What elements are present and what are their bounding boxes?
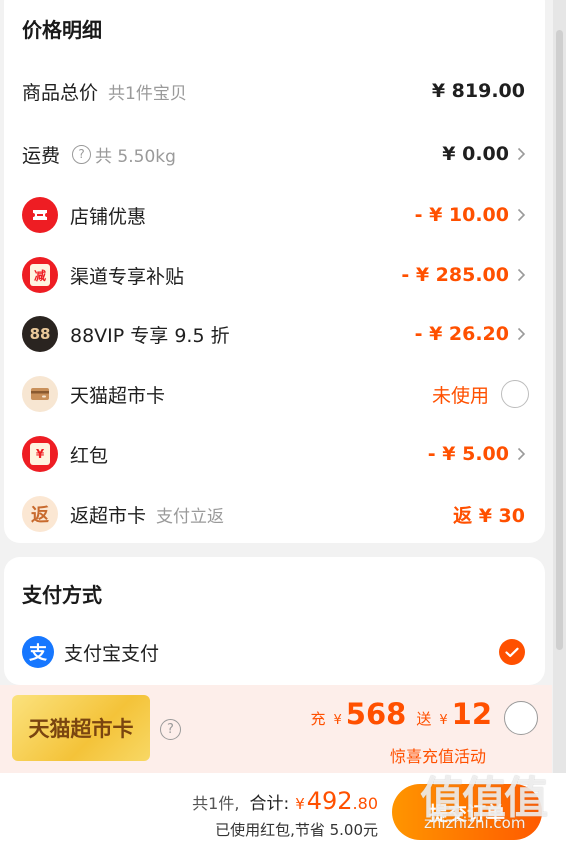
total-label: 合计:: [249, 794, 290, 814]
check-selected-icon[interactable]: [499, 639, 525, 665]
charge-amount: 568: [345, 697, 407, 731]
submit-order-button[interactable]: 提交订单: [392, 784, 542, 840]
alipay-icon: 支: [22, 636, 54, 668]
total-integer: 492: [306, 787, 353, 815]
goods-total-label: 商品总价: [22, 81, 99, 104]
recharge-activity-label: 惊喜充值活动: [389, 747, 486, 766]
row-88vip[interactable]: 88 88VIP 专享 9.5 折 - ¥ 26.20: [4, 309, 545, 359]
recharge-offer: 充 ¥ 568 送 ¥ 12: [309, 697, 493, 731]
tmall-card-badge: 天猫超市卡: [12, 695, 150, 761]
red-packet-icon: ¥: [22, 436, 58, 472]
help-icon[interactable]: ?: [160, 719, 181, 740]
channel-subsidy-amount: - ¥ 285.00: [401, 264, 509, 286]
store-discount-label: 店铺优惠: [70, 205, 147, 228]
red-packet-amount: - ¥ 5.00: [427, 443, 509, 465]
goods-total-sub: 共1件宝贝: [108, 83, 187, 104]
88vip-amount: - ¥ 26.20: [414, 323, 509, 345]
price-detail-title: 价格明细: [22, 18, 102, 42]
cashback-sub: 支付立返: [156, 506, 225, 527]
red-envelope-reduce-icon: 减: [22, 257, 58, 293]
goods-total-amount: ¥ 819.00: [431, 80, 525, 102]
shipping-sub: 共 5.50kg: [95, 146, 176, 167]
88vip-icon: 88: [22, 316, 58, 352]
chevron-right-icon: [513, 265, 529, 285]
gift-label: 送: [416, 710, 432, 728]
payment-card: 支付方式 支 支付宝支付: [4, 557, 545, 685]
recharge-radio[interactable]: [504, 701, 538, 735]
total-decimal: .80: [352, 794, 378, 813]
recharge-promo-bar[interactable]: 天猫超市卡 ? 充 ¥ 568 送 ¥ 12 惊喜充值活动: [0, 685, 552, 773]
payment-title: 支付方式: [22, 583, 102, 607]
store-discount-amount: - ¥ 10.00: [414, 204, 509, 226]
row-shipping[interactable]: 运费 ? 共 5.50kg ¥ 0.00: [4, 129, 545, 179]
checkout-bar: 共1件, 合计: ¥ 492 .80 已使用红包,节省 5.00元 提交订单: [0, 773, 566, 846]
row-channel-subsidy[interactable]: 减 渠道专享补贴 - ¥ 285.00: [4, 250, 545, 300]
tmall-card-badge-label: 天猫超市卡: [28, 717, 134, 741]
scrollbar-thumb[interactable]: [556, 30, 563, 650]
charge-label: 充: [310, 710, 326, 728]
shipping-amount: ¥ 0.00: [442, 143, 509, 165]
tmall-card-radio[interactable]: [501, 380, 529, 408]
coupon-ticket-icon: [22, 197, 58, 233]
88vip-label: 88VIP 专享 9.5 折: [70, 324, 230, 347]
chevron-right-icon: [513, 324, 529, 344]
cashback-label: 返超市卡: [70, 504, 147, 527]
wallet-card-icon: [22, 376, 58, 412]
cashback-icon: 返: [22, 496, 58, 532]
channel-subsidy-label: 渠道专享补贴: [70, 265, 185, 288]
charge-currency: ¥: [333, 713, 342, 728]
item-count: 共1件,: [192, 794, 240, 813]
gift-amount: 12: [451, 697, 492, 731]
payment-option-alipay[interactable]: 支 支付宝支付: [4, 627, 545, 677]
tmall-card-label: 天猫超市卡: [70, 384, 166, 407]
total-currency: ¥: [295, 795, 305, 813]
row-cashback-card: 返 返超市卡 支付立返 返 ¥ 30: [4, 489, 545, 539]
row-red-packet[interactable]: ¥ 红包 - ¥ 5.00: [4, 429, 545, 479]
savings-note: 已使用红包,节省 5.00元: [215, 821, 378, 839]
price-detail-card: 价格明细 商品总价 共1件宝贝 ¥ 819.00 运费 ? 共 5.50kg ¥…: [4, 0, 545, 543]
row-goods-total: 商品总价 共1件宝贝 ¥ 819.00: [4, 66, 545, 116]
help-icon[interactable]: ?: [72, 144, 92, 164]
order-total: 共1件, 合计: ¥ 492 .80: [192, 787, 378, 815]
gift-currency: ¥: [439, 713, 448, 728]
tmall-card-status: 未使用: [431, 384, 489, 407]
chevron-right-icon: [513, 205, 529, 225]
alipay-label: 支付宝支付: [64, 642, 160, 665]
row-store-discount[interactable]: 店铺优惠 - ¥ 10.00: [4, 190, 545, 240]
shipping-label: 运费: [22, 144, 61, 167]
row-tmall-card[interactable]: 天猫超市卡 未使用: [4, 369, 545, 419]
chevron-right-icon: [513, 444, 529, 464]
red-packet-label: 红包: [70, 444, 109, 467]
cashback-amount: 返 ¥ 30: [453, 504, 525, 527]
chevron-right-icon: [513, 144, 529, 164]
